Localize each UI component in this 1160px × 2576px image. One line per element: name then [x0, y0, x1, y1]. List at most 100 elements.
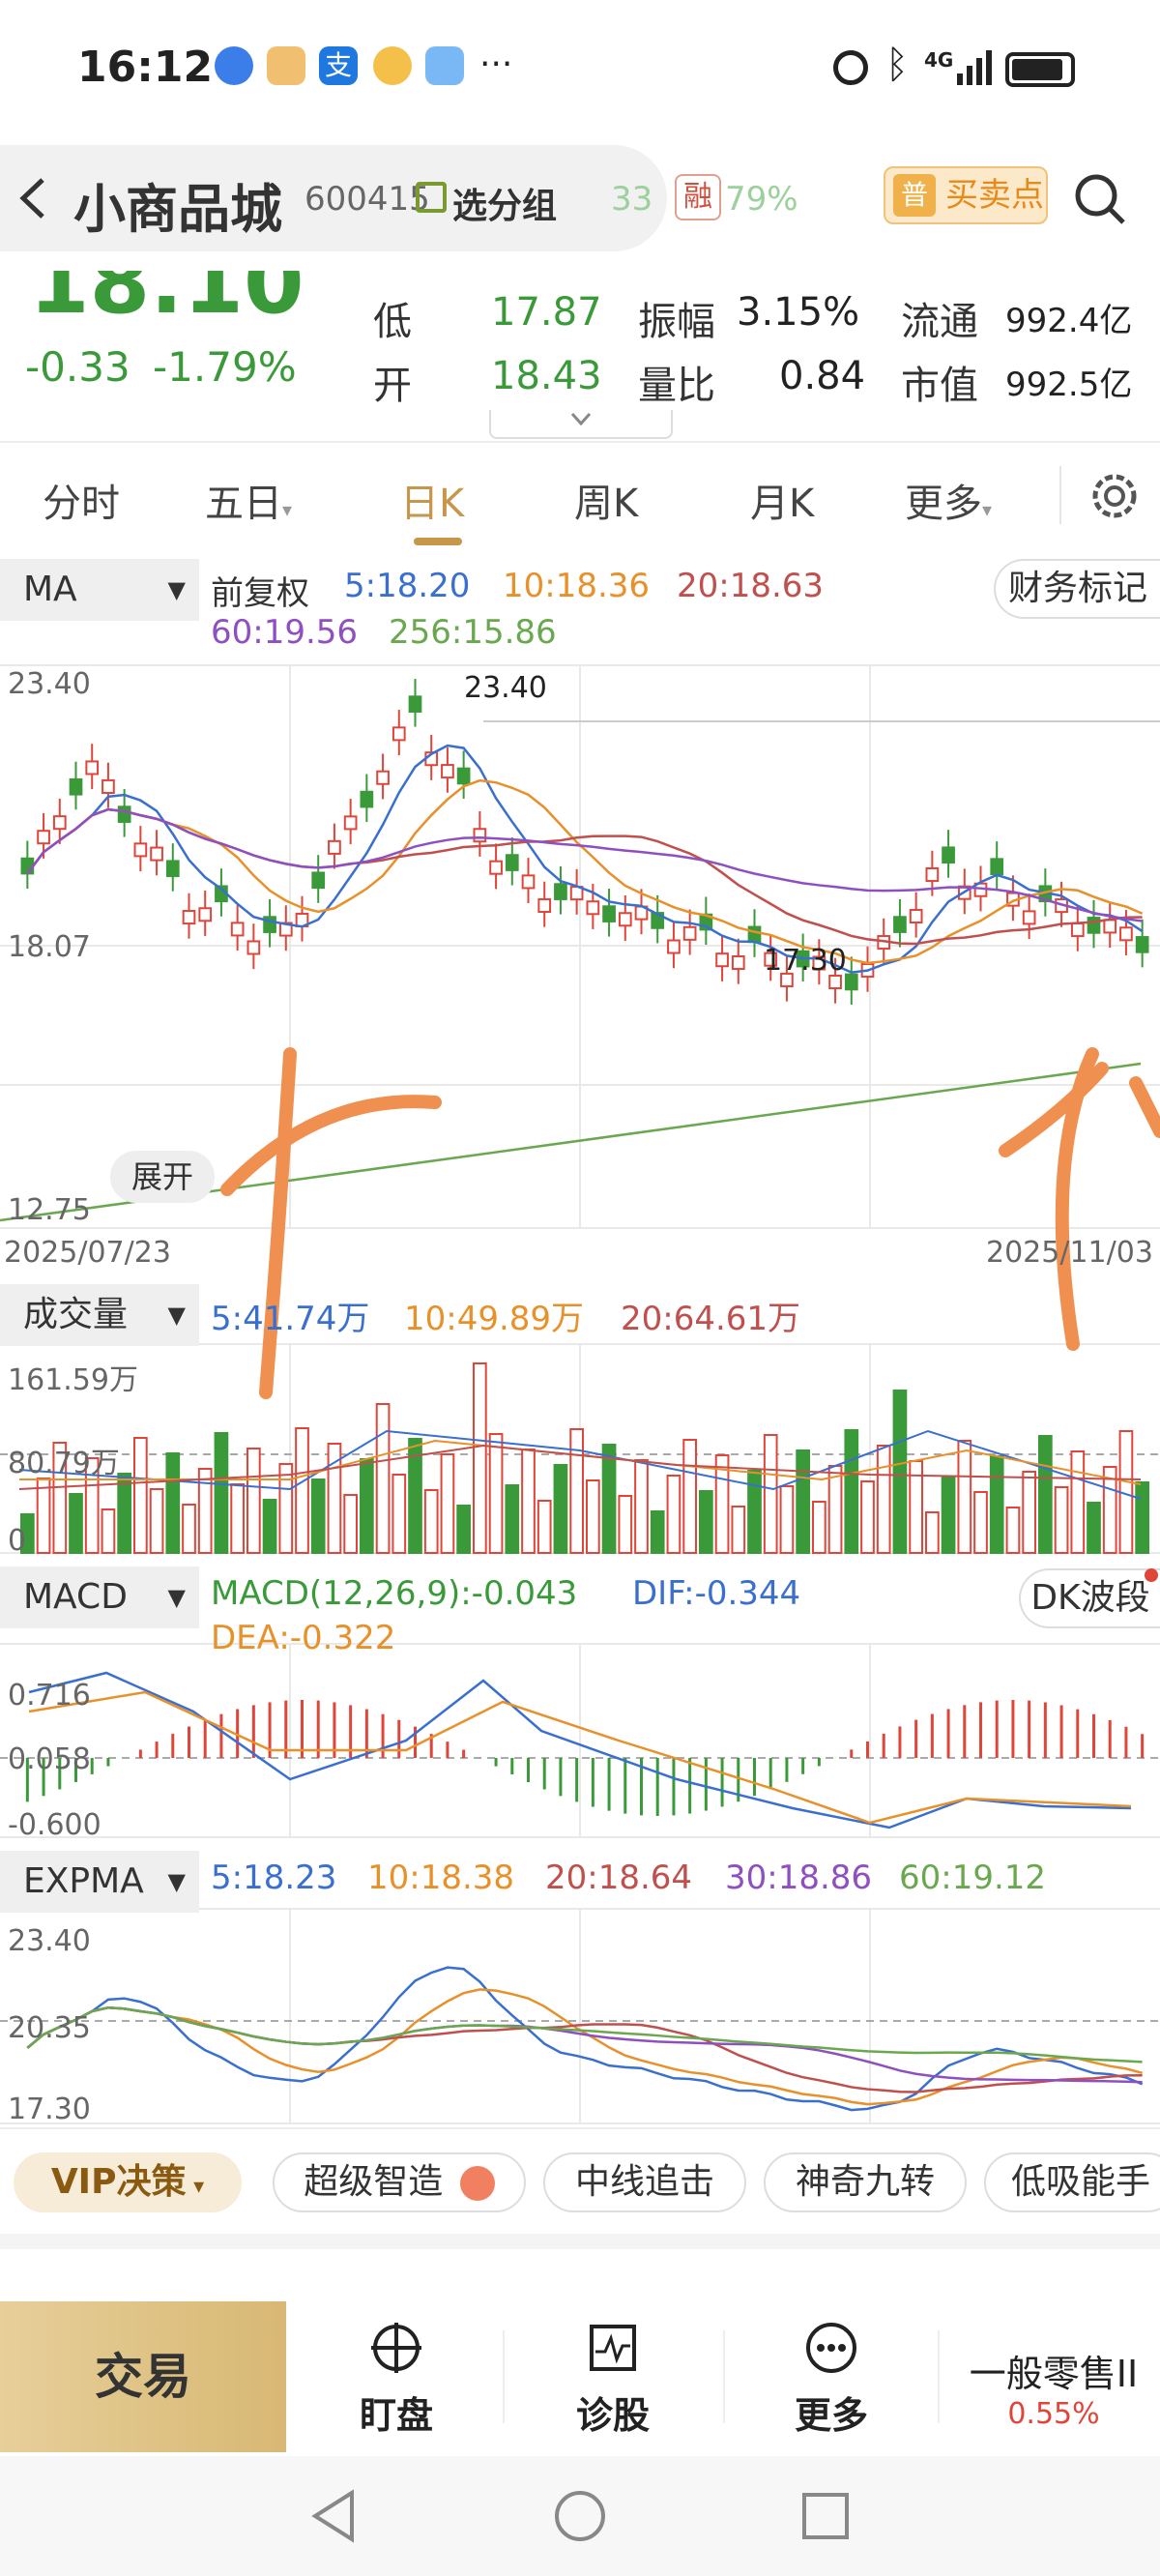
volume-bar — [165, 1452, 181, 1554]
stock-code: 600415 — [304, 180, 430, 219]
expma20-value: 20:18.64 — [545, 1859, 693, 1897]
ma-axis-mid: 18.07 — [8, 930, 91, 964]
volume-bar — [1054, 1486, 1069, 1554]
hot-icon — [459, 2166, 495, 2201]
volume-bar — [973, 1491, 988, 1554]
industry-button[interactable]: 一般零售II 0.55% — [951, 2301, 1156, 2452]
volume-bar — [182, 1504, 196, 1554]
back-triangle-icon[interactable] — [305, 2487, 363, 2545]
tab-daily-k[interactable]: 日K — [400, 472, 464, 528]
candle-body — [893, 916, 907, 933]
tab-more[interactable]: 更多▾ — [905, 472, 992, 528]
candle-body — [37, 830, 50, 845]
volume-bar — [423, 1489, 439, 1554]
volume-bar — [892, 1390, 908, 1554]
crosshair-icon — [371, 2323, 421, 2373]
tab-weekly-k[interactable]: 周K — [574, 472, 638, 528]
current-price-text: 18.10 — [29, 271, 304, 319]
watch-button[interactable]: 盯盘 — [329, 2301, 464, 2452]
search-icon[interactable] — [1071, 170, 1129, 228]
volume-bar — [666, 1475, 682, 1554]
strategy-low-buy[interactable]: 低吸能手 — [984, 2152, 1160, 2212]
volume-bar — [569, 1428, 584, 1554]
diagnose-button[interactable]: 诊股 — [545, 2301, 681, 2452]
stock-name: 小商品城 — [73, 179, 282, 240]
app-notification-icon — [215, 46, 253, 85]
margin-badge[interactable]: 融 — [675, 174, 721, 220]
vol5-value: 5:41.74万 — [211, 1300, 370, 1338]
expand-quote-button[interactable] — [489, 410, 673, 439]
weibo-icon — [373, 46, 412, 85]
price-change: -0.33 -1.79% — [25, 343, 297, 391]
macd-value: MACD(12,26,9):-0.043 — [211, 1574, 578, 1613]
volume-bar — [941, 1476, 956, 1554]
volume-selector[interactable]: 成交量 ▼ — [0, 1284, 199, 1346]
volume-bar — [360, 1458, 374, 1554]
candle-body — [505, 854, 519, 871]
expand-button[interactable]: 展开 — [110, 1151, 215, 1203]
candle-body — [602, 905, 616, 922]
candle-body — [554, 883, 567, 900]
trade-button[interactable]: 交易 — [0, 2301, 286, 2452]
tab-monthly-k[interactable]: 月K — [750, 472, 814, 528]
volume-bar — [1005, 1507, 1021, 1554]
volume-bar — [149, 1488, 164, 1554]
alarm-icon — [833, 50, 868, 85]
macd-axis-low: -0.600 — [8, 1808, 102, 1842]
volume-bar — [1038, 1435, 1053, 1554]
expma5-value: 5:18.23 — [211, 1859, 337, 1897]
volume-selector-label: 成交量 — [23, 1295, 129, 1334]
volume-bar — [1022, 1471, 1036, 1554]
buy-sell-point-button[interactable]: 普 买卖点 — [884, 166, 1048, 224]
red-dot-badge — [1145, 1568, 1158, 1582]
strategy-super-manufacture[interactable]: 超级智造 — [273, 2152, 526, 2212]
candle-body — [117, 805, 131, 823]
open-label: 开 — [373, 364, 412, 408]
vip-decision-button[interactable]: VIP决策 ▾ — [14, 2152, 242, 2212]
volume-bar — [246, 1448, 261, 1554]
nav-separator — [938, 2330, 940, 2423]
volume-bar — [262, 1499, 277, 1554]
caret-icon: ▾ — [982, 498, 993, 521]
recents-square-icon[interactable] — [797, 2487, 855, 2545]
expma-selector[interactable]: EXPMA ▼ — [0, 1851, 199, 1913]
candle-body — [20, 857, 35, 875]
app-notification-icon — [267, 46, 305, 85]
candle-body — [925, 867, 940, 883]
system-nav-bar — [0, 2456, 1160, 2576]
industry-percent: 0.55% — [1007, 2397, 1100, 2431]
tab-intraday[interactable]: 分时 — [43, 472, 120, 528]
vol-ratio-label: 量比 — [638, 364, 715, 408]
volume-bar — [876, 1445, 891, 1554]
back-icon[interactable] — [14, 174, 52, 222]
ma-axis-low: 12.75 — [8, 1193, 91, 1227]
more-button[interactable]: 更多 — [764, 2301, 899, 2452]
vol10-value: 10:49.89万 — [404, 1300, 585, 1338]
tab-five-day[interactable]: 五日▾ — [205, 472, 292, 528]
candle-body — [909, 908, 923, 924]
candle-body — [85, 760, 100, 776]
volume-bar — [682, 1439, 697, 1554]
macd-selector[interactable]: MACD ▼ — [0, 1566, 199, 1628]
ma5-line — [26, 744, 1144, 974]
volume-bar — [634, 1459, 649, 1554]
macd-axis-high: 0.716 — [8, 1679, 91, 1712]
volume-bar — [197, 1468, 213, 1554]
candle-body — [990, 858, 1004, 876]
home-circle-icon[interactable] — [551, 2487, 609, 2545]
section-gap — [0, 2234, 1160, 2249]
caret-icon: ▼ — [167, 1584, 186, 1611]
strategy-midline[interactable]: 中线追击 — [543, 2152, 746, 2212]
settings-gear-icon[interactable] — [1087, 468, 1143, 524]
strategy-label: 超级智造 — [304, 2162, 444, 2202]
volume-bar — [586, 1479, 600, 1554]
volume-bar — [989, 1455, 1004, 1554]
candle-body — [392, 726, 406, 742]
dk-band-button[interactable]: DK波段 — [1019, 1568, 1160, 1628]
candle-body — [1103, 919, 1117, 934]
select-group-button[interactable]: 选分组 — [452, 178, 557, 228]
active-tab-indicator — [414, 538, 462, 545]
divider — [0, 2127, 1160, 2129]
candle-body — [102, 778, 115, 794]
strategy-magic-nine[interactable]: 神奇九转 — [764, 2152, 967, 2212]
